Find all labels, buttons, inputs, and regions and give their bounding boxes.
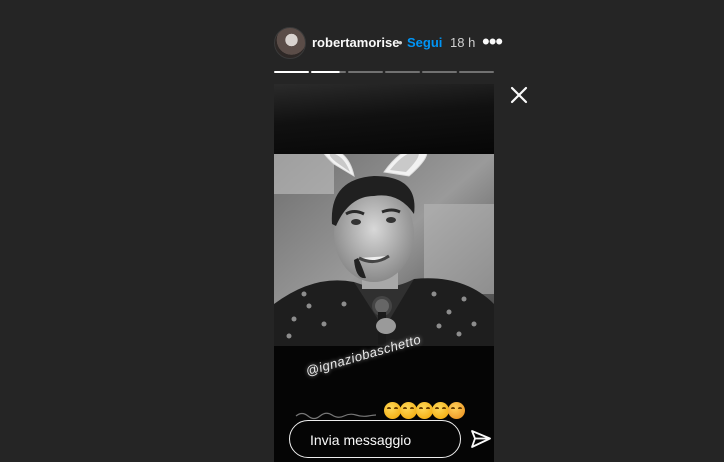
progress-segment — [274, 71, 309, 73]
more-options-icon[interactable]: ••• — [482, 29, 503, 55]
avatar[interactable] — [274, 27, 306, 59]
progress-segment — [311, 71, 346, 73]
close-icon[interactable] — [508, 84, 530, 106]
progress-segment — [422, 71, 457, 73]
reply-placeholder: Invia messaggio — [310, 432, 412, 448]
laughing-emoji — [384, 402, 401, 419]
laughing-emoji — [400, 402, 417, 419]
laughing-emoji — [432, 402, 449, 419]
progress-segment — [459, 71, 494, 73]
separator-dot: • — [398, 35, 403, 50]
emoji-row — [384, 402, 465, 419]
username[interactable]: robertamorise — [312, 35, 399, 50]
post-time: 18 h — [450, 35, 476, 50]
story-photo — [274, 154, 494, 346]
caption-scribble — [295, 412, 377, 420]
mention-sticker[interactable]: @ignaziobaschetto — [304, 331, 426, 394]
laughing-emoji — [416, 402, 433, 419]
heart-face-emoji — [448, 402, 465, 419]
progress-segment — [348, 71, 383, 73]
story-background — [274, 84, 494, 154]
send-icon[interactable] — [470, 428, 492, 450]
story-progress-bar — [274, 71, 494, 73]
story-viewer[interactable]: @ignaziobaschetto — [274, 84, 494, 462]
follow-button[interactable]: Segui — [407, 35, 442, 50]
progress-segment — [385, 71, 420, 73]
story-header: robertamorise • Segui 18 h ••• — [274, 27, 504, 59]
reply-input[interactable]: Invia messaggio — [289, 420, 461, 458]
